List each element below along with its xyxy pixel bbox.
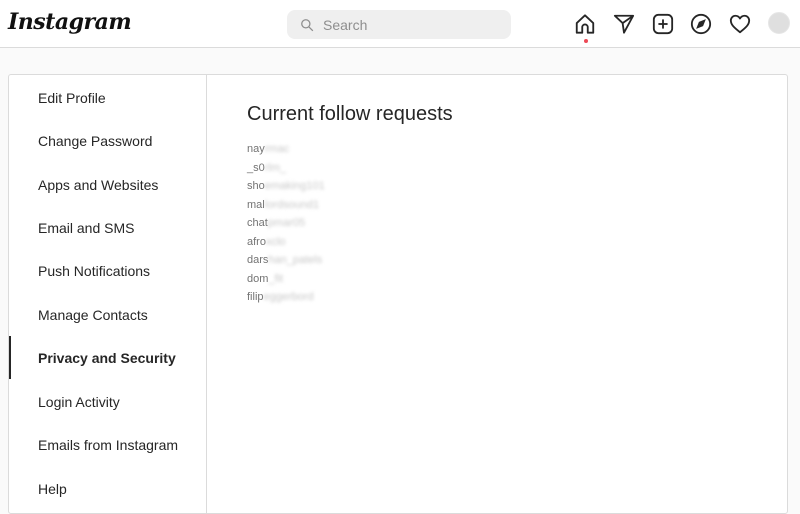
list-item: _s0rlm_ bbox=[247, 159, 453, 178]
sidebar-item-help[interactable]: Help bbox=[9, 467, 206, 510]
list-item: nayrmac bbox=[247, 140, 453, 159]
username-blurred: emaking101 bbox=[264, 180, 325, 192]
search-input[interactable] bbox=[323, 16, 493, 33]
username-blurred: pmar05 bbox=[267, 217, 306, 229]
notification-dot bbox=[584, 39, 588, 43]
direct-messages-button[interactable] bbox=[613, 13, 637, 37]
instagram-logo[interactable]: Instagram bbox=[8, 9, 132, 35]
username-visible: sho bbox=[247, 180, 265, 192]
username-blurred: lordsound1 bbox=[264, 198, 320, 211]
username-visible: _s0 bbox=[247, 161, 265, 174]
follow-requests-section: Current follow requests nayrmac _s0rlm_ … bbox=[247, 103, 453, 307]
search-box[interactable] bbox=[287, 10, 511, 39]
username-visible: dom bbox=[247, 272, 269, 285]
username-blurred: rlm_ bbox=[264, 161, 287, 174]
username-visible: afro bbox=[247, 235, 266, 248]
new-post-icon bbox=[652, 13, 674, 35]
username-visible: dars bbox=[247, 254, 269, 266]
sidebar-item-manage-contacts[interactable]: Manage Contacts bbox=[9, 293, 206, 336]
settings-card: Edit Profile Change Password Apps and We… bbox=[8, 74, 788, 514]
profile-avatar[interactable] bbox=[768, 12, 790, 34]
username-visible: filip bbox=[247, 291, 264, 303]
sidebar-item-edit-profile[interactable]: Edit Profile bbox=[9, 76, 206, 119]
direct-send-icon bbox=[613, 14, 635, 34]
username-blurred: han_patels bbox=[268, 254, 323, 266]
settings-sidebar: Edit Profile Change Password Apps and We… bbox=[9, 75, 207, 513]
list-item: chatpmar05 bbox=[247, 214, 453, 233]
new-post-button[interactable] bbox=[652, 13, 676, 37]
search-icon bbox=[301, 18, 314, 31]
username-visible: mal bbox=[247, 198, 265, 211]
username-blurred: xclo bbox=[265, 235, 286, 248]
sidebar-item-change-password[interactable]: Change Password bbox=[9, 119, 206, 162]
sidebar-item-apps-websites[interactable]: Apps and Websites bbox=[9, 163, 206, 206]
username-visible: chat bbox=[247, 217, 268, 229]
list-item: shoemaking101 bbox=[247, 177, 453, 196]
sidebar-item-privacy-security[interactable]: Privacy and Security bbox=[9, 336, 206, 379]
follow-requests-list: nayrmac _s0rlm_ shoemaking101 mallordsou… bbox=[247, 140, 453, 307]
sidebar-item-push-notifications[interactable]: Push Notifications bbox=[9, 249, 206, 292]
page-title: Current follow requests bbox=[247, 103, 453, 125]
explore-compass-icon bbox=[690, 13, 712, 35]
list-item: mallordsound1 bbox=[247, 196, 453, 215]
sidebar-item-login-activity[interactable]: Login Activity bbox=[9, 380, 206, 423]
username-blurred: rmac bbox=[264, 143, 290, 155]
list-item: filipeggerbord bbox=[247, 288, 453, 307]
explore-button[interactable] bbox=[690, 13, 714, 37]
sidebar-item-emails-from-instagram[interactable]: Emails from Instagram bbox=[9, 423, 206, 466]
list-item: darshan_patels bbox=[247, 251, 453, 270]
home-button[interactable] bbox=[574, 13, 598, 43]
username-blurred: _fit bbox=[268, 272, 284, 285]
username-blurred: eggerbord bbox=[263, 291, 314, 303]
home-icon bbox=[575, 14, 595, 34]
activity-button[interactable] bbox=[729, 13, 753, 37]
sidebar-item-email-sms[interactable]: Email and SMS bbox=[9, 206, 206, 249]
activity-heart-icon bbox=[729, 14, 751, 34]
top-navigation-bar: Instagram bbox=[0, 0, 800, 48]
list-item: afroxclo bbox=[247, 233, 453, 252]
username-visible: nay bbox=[247, 143, 265, 155]
list-item: dom_fit bbox=[247, 270, 453, 289]
